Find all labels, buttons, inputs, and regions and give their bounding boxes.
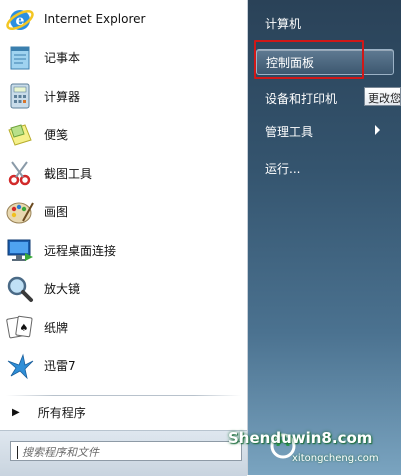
divider [6,395,241,396]
program-notepad[interactable]: 记事本 [0,39,247,78]
menu-item-label: 计算机 [265,16,302,31]
search-input[interactable]: 搜索程序和文件 [10,441,242,461]
program-label: Internet Explorer [44,12,146,27]
start-menu-left-panel: e Internet Explorer 记事本 计算器 便笺 截图工具 画图 远… [0,0,248,476]
menu-item-admin-tools[interactable]: 管理工具 [256,118,394,144]
program-label: 计算器 [44,89,81,104]
triangle-right-icon: ▶ [12,406,20,418]
menu-item-label: 管理工具 [265,124,314,139]
program-sticky-notes[interactable]: 便笺 [0,116,247,155]
internet-explorer-icon: e [4,3,36,35]
program-solitaire[interactable]: ♠ 纸牌 [0,308,247,347]
solitaire-icon: ♠ [4,311,36,343]
program-label: 截图工具 [44,166,93,181]
notepad-icon [4,42,36,74]
program-remote-desktop[interactable]: 远程桌面连接 [0,231,247,270]
paint-icon [4,196,36,228]
highlight-box [254,40,364,79]
search-placeholder: 搜索程序和文件 [22,446,99,459]
search-area: 搜索程序和文件 [0,430,247,476]
svg-text:♠: ♠ [20,323,29,334]
calculator-icon [4,80,36,112]
program-list: e Internet Explorer 记事本 计算器 便笺 截图工具 画图 远… [0,0,247,385]
program-label: 纸牌 [44,320,69,335]
program-label: 放大镜 [44,282,81,297]
menu-item-label: 运行... [265,161,301,176]
program-label: 画图 [44,205,69,220]
all-programs-button[interactable]: ▶ 所有程序 [0,399,247,425]
sticky-notes-icon [4,119,36,151]
all-programs-label: 所有程序 [37,405,86,420]
program-calculator[interactable]: 计算器 [0,77,247,116]
text-cursor [17,445,18,459]
snipping-tool-icon [4,157,36,189]
tooltip: 更改您 [364,87,401,106]
program-label: 便笺 [44,128,69,143]
program-snipping-tool[interactable]: 截图工具 [0,154,247,193]
program-magnifier[interactable]: 放大镜 [0,270,247,309]
menu-item-computer[interactable]: 计算机 [256,10,394,36]
menu-item-label: 设备和打印机 [265,91,338,106]
program-label: 记事本 [44,51,81,66]
remote-desktop-icon [4,234,36,266]
thunder-icon [4,350,36,382]
menu-item-run[interactable]: 运行... [256,155,394,181]
program-label: 迅雷7 [44,359,76,374]
submenu-arrow-icon [375,125,380,135]
program-internet-explorer[interactable]: e Internet Explorer [0,0,247,39]
program-paint[interactable]: 画图 [0,193,247,232]
program-label: 远程桌面连接 [44,243,117,258]
magnifier-icon [4,273,36,305]
svg-text:e: e [16,13,25,29]
program-thunder[interactable]: 迅雷7 [0,347,247,386]
